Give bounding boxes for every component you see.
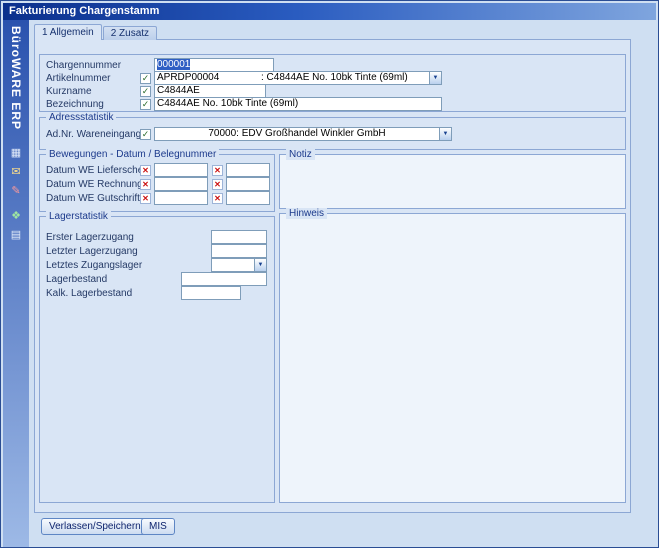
chargennummer-input[interactable]: 000001 bbox=[154, 58, 274, 72]
letzter-lagerzugang-label: Letzter Lagerzugang bbox=[46, 245, 138, 258]
artikelnummer-checkbox[interactable]: ✓ bbox=[140, 73, 151, 84]
rechnung-beleg-input[interactable] bbox=[226, 177, 270, 191]
gutschrift-clear-beleg-button[interactable]: ✕ bbox=[212, 193, 223, 204]
window-title: Fakturierung Chargenstamm bbox=[9, 5, 159, 17]
bezeichnung-label: Bezeichnung bbox=[46, 98, 104, 111]
bewegungen-title: Bewegungen - Datum / Belegnummer bbox=[46, 149, 219, 160]
wareneingang-checkbox[interactable]: ✓ bbox=[140, 129, 151, 140]
wareneingang-dropdown-button[interactable]: ▼ bbox=[439, 127, 452, 141]
wareneingang-select[interactable]: 70000: EDV Großhandel Winkler GmbH ▼ bbox=[154, 127, 452, 141]
bezeichnung-input[interactable]: C4844AE No. 10bk Tinte (69ml) bbox=[154, 97, 442, 111]
letzter-lagerzugang-input[interactable] bbox=[211, 244, 267, 258]
letztes-zugangslager-label: Letztes Zugangslager bbox=[46, 259, 142, 272]
hinweis-group: Hinweis bbox=[279, 213, 626, 503]
gutschrift-label: Datum WE Gutschrift bbox=[46, 192, 140, 205]
lagerstatistik-group: Lagerstatistik Erster Lagerzugang Letzte… bbox=[39, 216, 275, 503]
tools-icon[interactable]: ❖ bbox=[9, 209, 24, 224]
bezeichnung-value: C4844AE No. 10bk Tinte (69ml) bbox=[157, 98, 298, 109]
adressstatistik-title: Adressstatistik bbox=[46, 112, 116, 123]
sidebar-icon-bar: ▦ ✉ ✎ ❖ ▤ bbox=[9, 146, 24, 243]
app-window: Fakturierung Chargenstamm BüroWARE ERP ▦… bbox=[0, 0, 659, 548]
mail-icon[interactable]: ✉ bbox=[9, 165, 24, 180]
kurzname-label: Kurzname bbox=[46, 85, 92, 98]
artikelnummer-value: APRDP00004 bbox=[157, 72, 219, 83]
artikelnummer-input[interactable]: APRDP00004 : C4844AE No. 10bk Tinte (69m… bbox=[154, 71, 442, 85]
gutschrift-clear-date-button[interactable]: ✕ bbox=[140, 193, 151, 204]
rechnung-clear-beleg-button[interactable]: ✕ bbox=[212, 179, 223, 190]
chargennummer-value: 000001 bbox=[157, 59, 190, 70]
notiz-textarea[interactable] bbox=[284, 159, 621, 204]
artikelnummer-label: Artikelnummer bbox=[46, 72, 110, 85]
notiz-group: Notiz bbox=[279, 154, 626, 209]
tab-bar: 1 Allgemein 2 Zusatz bbox=[34, 24, 157, 40]
brand-text: BüroWARE ERP bbox=[9, 26, 23, 130]
rechnung-date-input[interactable] bbox=[154, 177, 208, 191]
lieferschein-label: Datum WE Lieferschein bbox=[46, 164, 151, 177]
kalk-lagerbestand-input[interactable] bbox=[181, 286, 241, 300]
gutschrift-beleg-input[interactable] bbox=[226, 191, 270, 205]
letztes-zugangslager-select[interactable]: ▼ bbox=[211, 258, 267, 272]
lieferschein-date-input[interactable] bbox=[154, 163, 208, 177]
lieferschein-clear-beleg-button[interactable]: ✕ bbox=[212, 165, 223, 176]
kurzname-input[interactable]: C4844AE bbox=[154, 84, 266, 98]
window-titlebar[interactable]: Fakturierung Chargenstamm bbox=[3, 3, 656, 20]
edit-icon[interactable]: ✎ bbox=[9, 184, 24, 199]
rechnung-clear-date-button[interactable]: ✕ bbox=[140, 179, 151, 190]
lagerstatistik-title: Lagerstatistik bbox=[46, 211, 111, 222]
adressstatistik-group: Adressstatistik Ad.Nr. Wareneingang ✓ 70… bbox=[39, 117, 626, 150]
verlassen-speichern-button[interactable]: Verlassen/Speichern bbox=[41, 518, 149, 535]
wareneingang-label: Ad.Nr. Wareneingang bbox=[46, 128, 141, 141]
hinweis-textarea[interactable] bbox=[284, 218, 621, 498]
artikelnummer-description: : C4844AE No. 10bk Tinte (69ml) bbox=[261, 72, 408, 84]
tab-zusatz[interactable]: 2 Zusatz bbox=[103, 26, 157, 40]
kurzname-checkbox[interactable]: ✓ bbox=[140, 86, 151, 97]
window-icon[interactable]: ▦ bbox=[9, 146, 24, 161]
bezeichnung-checkbox[interactable]: ✓ bbox=[140, 99, 151, 110]
lagerbestand-input[interactable] bbox=[181, 272, 267, 286]
kurzname-value: C4844AE bbox=[157, 85, 200, 96]
chargennummer-label: Chargennummer bbox=[46, 59, 121, 72]
erster-lagerzugang-input[interactable] bbox=[211, 230, 267, 244]
document-icon[interactable]: ▤ bbox=[9, 228, 24, 243]
stammdaten-group: Chargennummer 000001 Artikelnummer ✓ APR… bbox=[39, 54, 626, 112]
bewegungen-group: Bewegungen - Datum / Belegnummer Datum W… bbox=[39, 154, 275, 212]
lieferschein-clear-date-button[interactable]: ✕ bbox=[140, 165, 151, 176]
kalk-lagerbestand-label: Kalk. Lagerbestand bbox=[46, 287, 132, 300]
zugangslager-dropdown-button[interactable]: ▼ bbox=[254, 258, 267, 272]
wareneingang-value: 70000: EDV Großhandel Winkler GmbH bbox=[208, 128, 385, 139]
erster-lagerzugang-label: Erster Lagerzugang bbox=[46, 231, 134, 244]
tab-allgemein[interactable]: 1 Allgemein bbox=[34, 24, 102, 40]
lagerbestand-label: Lagerbestand bbox=[46, 273, 107, 286]
artikelnummer-dropdown-button[interactable]: ▼ bbox=[429, 71, 442, 85]
rechnung-label: Datum WE Rechnung bbox=[46, 178, 143, 191]
sidebar: BüroWARE ERP ▦ ✉ ✎ ❖ ▤ bbox=[3, 20, 29, 547]
lieferschein-beleg-input[interactable] bbox=[226, 163, 270, 177]
mis-button[interactable]: MIS bbox=[141, 518, 175, 535]
gutschrift-date-input[interactable] bbox=[154, 191, 208, 205]
tab-page-allgemein: Chargennummer 000001 Artikelnummer ✓ APR… bbox=[34, 39, 631, 513]
